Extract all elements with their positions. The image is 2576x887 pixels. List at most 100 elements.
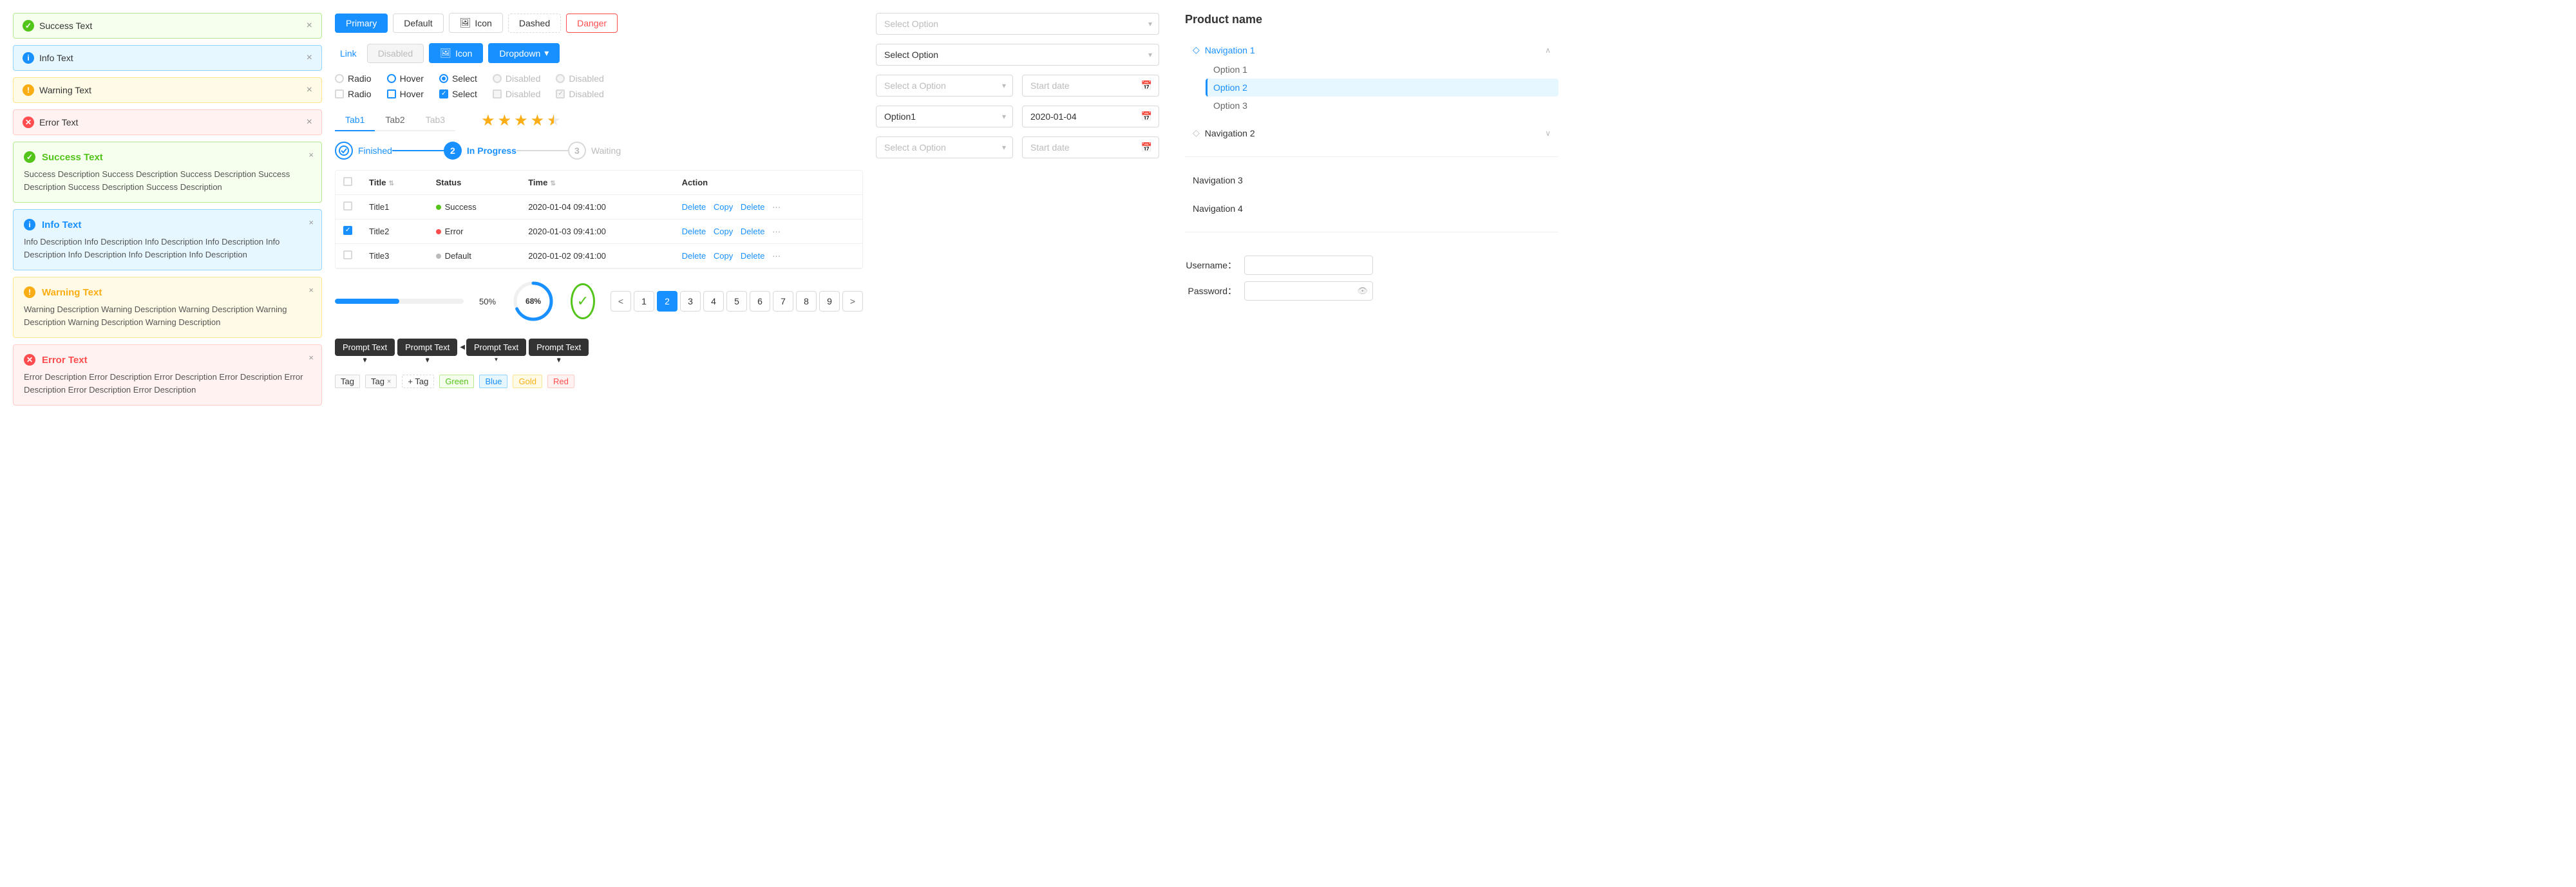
checkbox-hover[interactable]: Hover xyxy=(387,89,424,99)
star-1[interactable]: ★ xyxy=(481,111,495,130)
select-option-2[interactable]: Select Option ▾ xyxy=(876,44,1159,66)
select-option1-value[interactable]: Option1 ▾ xyxy=(876,106,1013,127)
close-icon[interactable]: × xyxy=(308,150,314,160)
row-1-copy[interactable]: Copy xyxy=(714,202,733,212)
pagination-next[interactable]: > xyxy=(842,291,863,312)
row-1-more[interactable]: ··· xyxy=(772,202,781,212)
row-3-checkbox[interactable] xyxy=(343,250,352,259)
close-icon[interactable]: × xyxy=(308,285,314,295)
link-button[interactable]: Link xyxy=(335,44,362,62)
row-1-delete-2[interactable]: Delete xyxy=(741,202,765,212)
star-rating[interactable]: ★ ★ ★ ★ ★★ xyxy=(481,111,561,130)
tab-1[interactable]: Tab1 xyxy=(335,109,375,131)
nav-1-option-3[interactable]: Option 3 xyxy=(1206,97,1558,115)
page-5[interactable]: 5 xyxy=(726,291,747,312)
radio-input-hover[interactable] xyxy=(387,74,396,83)
row-2-copy[interactable]: Copy xyxy=(714,227,733,236)
pagination-prev[interactable]: < xyxy=(611,291,631,312)
icon-blue-button[interactable]: 🖼 Icon xyxy=(429,43,483,63)
tooltip-1-wrap: Prompt Text ▼ xyxy=(335,339,395,364)
page-2[interactable]: 2 xyxy=(657,291,677,312)
close-icon[interactable]: × xyxy=(307,20,312,32)
info-icon: i xyxy=(24,219,35,230)
page-3[interactable]: 3 xyxy=(680,291,701,312)
chevron-down-icon[interactable]: ∨ xyxy=(1545,129,1551,138)
icon-button[interactable]: 🖼 Icon xyxy=(449,13,503,33)
sort-icon-title[interactable]: ⇅ xyxy=(389,180,394,187)
page-1[interactable]: 1 xyxy=(634,291,654,312)
tag-close-icon[interactable]: × xyxy=(387,378,391,386)
radio-normal[interactable]: Radio xyxy=(335,73,372,84)
tooltip-3[interactable]: Prompt Text xyxy=(466,339,526,356)
dropdown-button[interactable]: Dropdown ▾ xyxy=(488,43,560,63)
star-2[interactable]: ★ xyxy=(498,111,512,130)
date-picker-2[interactable]: 2020-01-04 📅 xyxy=(1022,106,1159,127)
table-header-checkbox[interactable] xyxy=(343,177,352,186)
sort-icon-time[interactable]: ⇅ xyxy=(550,180,555,187)
close-icon[interactable]: × xyxy=(307,52,312,64)
primary-button[interactable]: Primary xyxy=(335,14,388,33)
select-a-option-1[interactable]: Select a Option ▾ xyxy=(876,75,1013,97)
close-icon[interactable]: × xyxy=(307,84,312,96)
password-input[interactable] xyxy=(1244,281,1373,301)
row-3-copy[interactable]: Copy xyxy=(714,251,733,261)
nav-item-navigation-2[interactable]: ◇ Navigation 2 ∨ xyxy=(1185,122,1558,144)
default-button[interactable]: Default xyxy=(393,14,443,33)
tag-add-button[interactable]: + Tag xyxy=(402,375,434,388)
date-picker-1[interactable]: Start date 📅 xyxy=(1022,75,1159,97)
page-6[interactable]: 6 xyxy=(750,291,770,312)
radio-input-selected[interactable] xyxy=(439,74,448,83)
row-1-delete-1[interactable]: Delete xyxy=(682,202,706,212)
checkbox-checked[interactable]: Select xyxy=(439,89,477,99)
checkbox-input-normal[interactable] xyxy=(335,89,344,98)
eye-icon[interactable]: 👁 xyxy=(1357,286,1368,296)
close-icon[interactable]: × xyxy=(308,218,314,227)
row-3-delete-2[interactable]: Delete xyxy=(741,251,765,261)
nav-divider-1 xyxy=(1185,156,1558,157)
tooltip-1[interactable]: Prompt Text xyxy=(335,339,395,356)
page-4[interactable]: 4 xyxy=(703,291,724,312)
nav-item-navigation-1[interactable]: ◇ Navigation 1 ∧ xyxy=(1185,39,1558,61)
nav-1-option-2[interactable]: Option 2 xyxy=(1206,79,1558,97)
star-3[interactable]: ★ xyxy=(514,111,528,130)
row-1-checkbox[interactable] xyxy=(343,201,352,210)
checkbox-input-checked[interactable] xyxy=(439,89,448,98)
dashed-button[interactable]: Dashed xyxy=(508,14,561,33)
star-4[interactable]: ★ xyxy=(531,111,545,130)
tab-2[interactable]: Tab2 xyxy=(375,109,415,131)
tooltip-4[interactable]: Prompt Text xyxy=(529,339,589,356)
danger-button[interactable]: Danger xyxy=(566,14,618,33)
checkbox-input-hover[interactable] xyxy=(387,89,396,98)
tooltip-2[interactable]: Prompt Text xyxy=(397,339,457,356)
radio-selected[interactable]: Select xyxy=(439,73,477,84)
button-row-1: Primary Default 🖼 Icon Dashed Danger xyxy=(335,13,863,33)
alert-warning-detailed: × ! Warning Text Warning Description War… xyxy=(13,277,322,338)
date-picker-3[interactable]: Start date 📅 xyxy=(1022,136,1159,158)
progress-bar-fill xyxy=(335,299,399,304)
chevron-up-icon[interactable]: ∧ xyxy=(1545,46,1551,55)
page-9[interactable]: 9 xyxy=(819,291,840,312)
row-2-delete-1[interactable]: Delete xyxy=(682,227,706,236)
page-7[interactable]: 7 xyxy=(773,291,793,312)
page-8[interactable]: 8 xyxy=(796,291,817,312)
nav-item-navigation-4[interactable]: Navigation 4 xyxy=(1185,198,1558,219)
chevron-down-icon: ▾ xyxy=(1002,112,1006,121)
select-option-1[interactable]: Select Option ▾ xyxy=(876,13,1159,35)
star-5-half[interactable]: ★★ xyxy=(547,111,561,130)
nav-item-navigation-3[interactable]: Navigation 3 xyxy=(1185,170,1558,191)
select-a-option-2[interactable]: Select a Option ▾ xyxy=(876,136,1013,158)
row-2-more[interactable]: ··· xyxy=(772,227,781,236)
tabs-stars-row: Tab1 Tab2 Tab3 ★ ★ ★ ★ ★★ xyxy=(335,109,863,131)
nav-1-option-1[interactable]: Option 1 xyxy=(1206,61,1558,79)
close-icon[interactable]: × xyxy=(308,353,314,362)
row-3-more[interactable]: ··· xyxy=(772,251,781,261)
radio-hover[interactable]: Hover xyxy=(387,73,424,84)
row-2-checkbox[interactable] xyxy=(343,226,352,235)
checkbox-normal[interactable]: Radio xyxy=(335,89,372,99)
close-icon[interactable]: × xyxy=(307,117,312,128)
row-2-delete-2[interactable]: Delete xyxy=(741,227,765,236)
radio-input-normal[interactable] xyxy=(335,74,344,83)
error-icon: ✕ xyxy=(24,354,35,366)
username-input[interactable] xyxy=(1244,256,1373,275)
row-3-delete-1[interactable]: Delete xyxy=(682,251,706,261)
